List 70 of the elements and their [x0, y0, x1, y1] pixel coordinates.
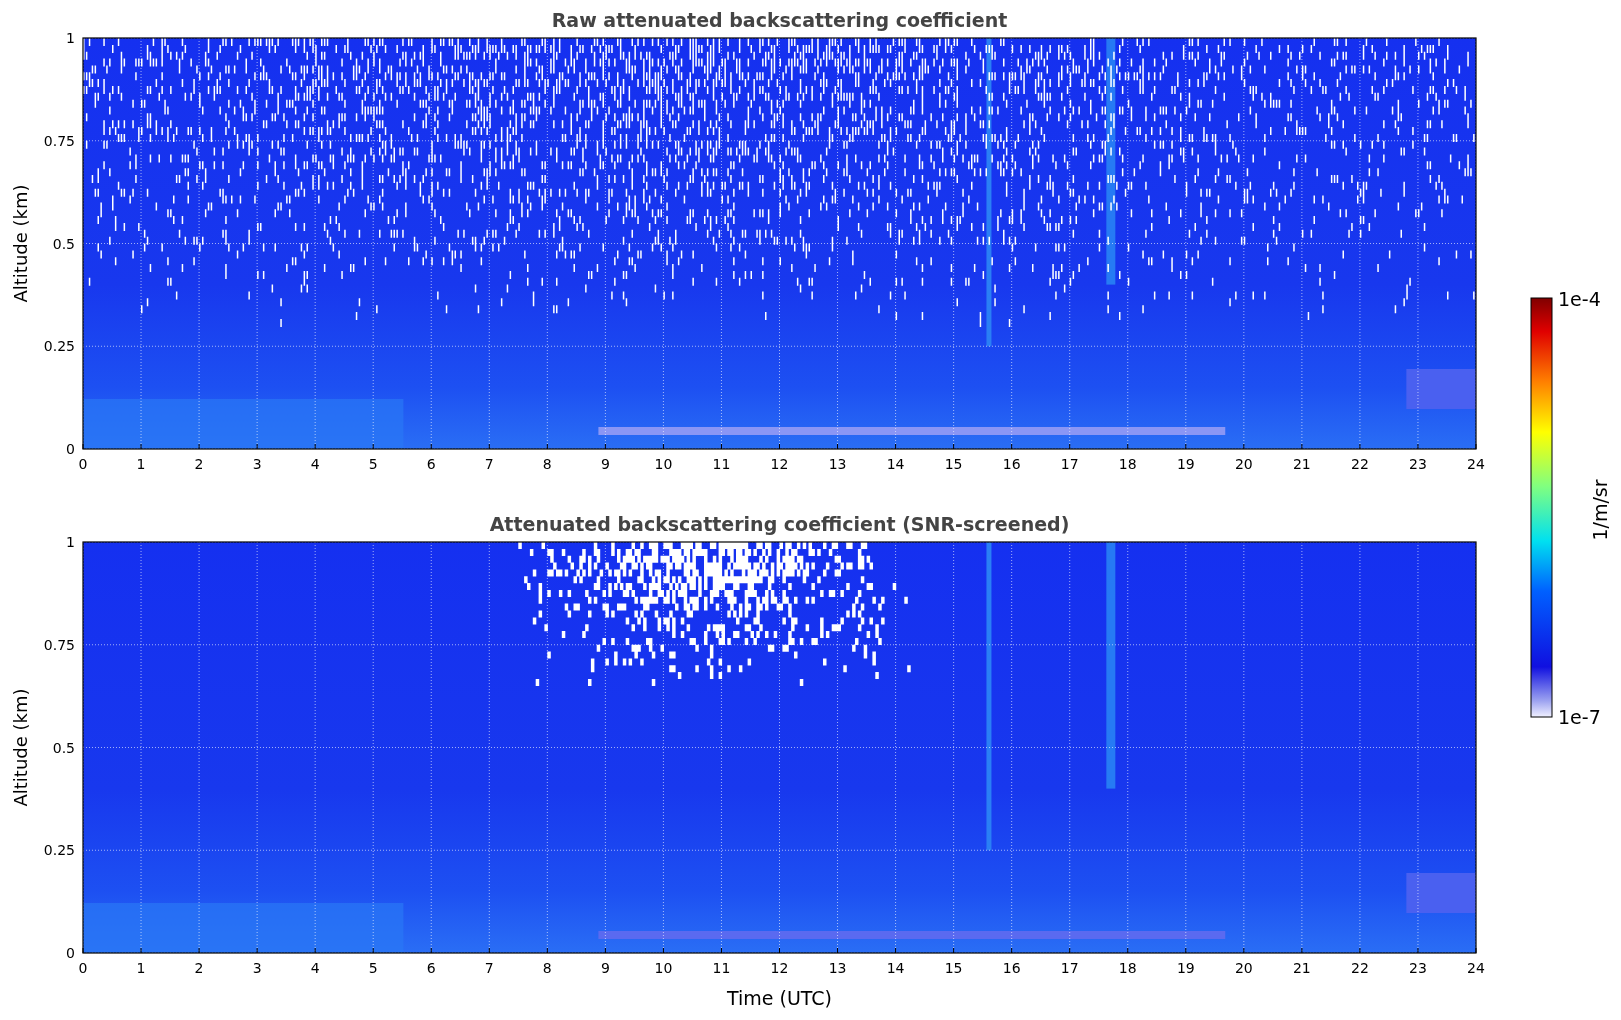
- tick-label: 2: [194, 456, 204, 472]
- tick-label: 0.25: [43, 338, 75, 355]
- tick-label: 0.5: [52, 739, 75, 756]
- tick-label: 1: [66, 534, 75, 550]
- colorbar-label: 1e-4: [1558, 288, 1601, 310]
- tick-label: 9: [600, 456, 610, 472]
- tick-label: 0: [78, 960, 88, 976]
- tick-label: 16: [1002, 456, 1021, 472]
- tick-label: 16: [1002, 960, 1021, 976]
- tick-label: 24: [1467, 456, 1485, 472]
- tick-label: 10: [654, 960, 673, 976]
- tick-label: 4: [310, 960, 320, 976]
- tick-label: 0.5: [52, 235, 75, 252]
- tick-label: 12: [770, 960, 789, 976]
- tick-label: 9: [600, 960, 610, 976]
- tick-label: 0.25: [43, 842, 75, 859]
- tick-label: 14: [886, 960, 905, 976]
- tick-label: 0.75: [43, 132, 75, 149]
- tick-label: 19: [1176, 456, 1195, 472]
- tick-label: 0: [78, 456, 88, 472]
- tick-label: 13: [828, 456, 847, 472]
- tick-label: 11: [712, 456, 731, 472]
- tick-label: 21: [1292, 456, 1311, 472]
- tick-label: 0: [66, 441, 75, 457]
- tick-label: 8: [542, 960, 552, 976]
- tick-label: 0.75: [43, 636, 75, 653]
- tick-label: 7: [484, 960, 494, 976]
- heatmap-band: [1406, 369, 1476, 409]
- tick-label: 2: [194, 960, 204, 976]
- tick-label: 8: [542, 456, 552, 472]
- chart-title: Raw attenuated backscattering coefficient: [551, 9, 1008, 31]
- tick-label: 3: [252, 960, 262, 976]
- tick-label: 11: [712, 960, 731, 976]
- chart-title: Attenuated backscattering coefficient (SNR-screened): [489, 513, 1070, 535]
- axis-label: Time (UTC): [727, 987, 832, 1009]
- tick-label: 7: [484, 456, 494, 472]
- tick-label: 4: [310, 456, 320, 472]
- tick-label: 3: [252, 456, 262, 472]
- tick-label: 22: [1351, 456, 1369, 472]
- tick-label: 1: [136, 456, 146, 472]
- tick-label: 6: [426, 960, 436, 976]
- tick-label: 20: [1234, 456, 1253, 472]
- tick-label: 17: [1060, 960, 1079, 976]
- tick-label: 15: [944, 960, 963, 976]
- axis-label: Altitude (km): [10, 688, 31, 807]
- tick-label: 17: [1060, 456, 1079, 472]
- tick-label: 15: [944, 456, 963, 472]
- tick-label: 24: [1467, 960, 1485, 976]
- colorbar-title: 1/m/sr: [1589, 479, 1611, 541]
- tick-label: 18: [1118, 456, 1137, 472]
- tick-label: 5: [368, 960, 378, 976]
- tick-label: 10: [654, 456, 673, 472]
- tick-label: 13: [828, 960, 847, 976]
- tick-label: 1: [66, 30, 75, 46]
- tick-label: 0: [66, 945, 75, 961]
- tick-label: 12: [770, 456, 789, 472]
- tick-label: 6: [426, 456, 436, 472]
- tick-label: 22: [1351, 960, 1369, 976]
- tick-label: 18: [1118, 960, 1137, 976]
- tick-label: 23: [1409, 960, 1427, 976]
- colorbar-label: 1e-7: [1558, 706, 1601, 728]
- axis-label: Altitude (km): [10, 184, 31, 303]
- tick-label: 1: [136, 960, 146, 976]
- tick-label: 20: [1234, 960, 1253, 976]
- tick-label: 14: [886, 456, 905, 472]
- tick-label: 5: [368, 456, 378, 472]
- heatmap-band: [1406, 873, 1476, 913]
- tick-label: 21: [1292, 960, 1311, 976]
- tick-label: 23: [1409, 456, 1427, 472]
- tick-label: 19: [1176, 960, 1195, 976]
